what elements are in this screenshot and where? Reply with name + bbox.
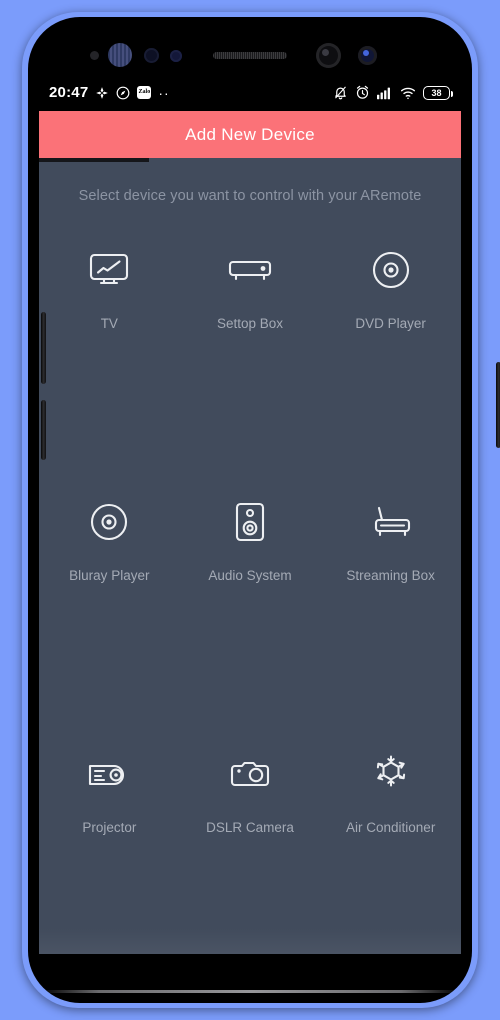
device-item-projector[interactable]: Projector <box>39 736 180 954</box>
alarm-clock-icon <box>355 85 370 100</box>
main-content: Select device you want to control with y… <box>39 162 461 954</box>
device-item-tv[interactable]: TV <box>39 232 180 484</box>
camera-icon <box>223 750 277 798</box>
status-bar: 20:47 Zalo ·· 38 <box>39 74 461 111</box>
device-item-dvd-player[interactable]: DVD Player <box>320 232 461 484</box>
nav-arrows-icon <box>95 86 109 100</box>
compass-icon <box>116 86 130 100</box>
device-label: Air Conditioner <box>346 820 436 835</box>
device-item-audio-system[interactable]: Audio System <box>180 484 321 736</box>
phone-screen: 20:47 Zalo ·· 38 Add New Device Select d… <box>39 74 461 954</box>
status-time: 20:47 <box>49 84 89 101</box>
sensor-icon <box>144 48 159 63</box>
device-item-bluray-player[interactable]: Bluray Player <box>39 484 180 736</box>
phone-mockup: 20:47 Zalo ·· 38 Add New Device Select d… <box>0 0 500 1020</box>
volume-up-button[interactable] <box>41 312 46 384</box>
volume-down-button[interactable] <box>41 400 46 460</box>
power-button[interactable] <box>496 362 500 448</box>
device-item-streaming-box[interactable]: Streaming Box <box>320 484 461 736</box>
device-item-air-conditioner[interactable]: Air Conditioner <box>320 736 461 954</box>
device-grid: TV Settop Box DVD Player Bluray Player A… <box>39 232 461 954</box>
device-label: Streaming Box <box>346 568 435 583</box>
light-sensor-icon <box>170 50 182 62</box>
speaker-icon <box>223 498 277 546</box>
iris-scanner-icon <box>108 43 132 67</box>
bell-muted-icon <box>333 85 348 100</box>
device-item-settop-box[interactable]: Settop Box <box>180 232 321 484</box>
phone-bezel: 20:47 Zalo ·· 38 Add New Device Select d… <box>28 17 472 1003</box>
front-camera-secondary-icon <box>358 46 377 65</box>
battery-indicator: 38 <box>423 85 453 100</box>
front-camera-icon <box>316 43 341 68</box>
snowflake-gear-icon <box>364 750 418 798</box>
disc-icon <box>364 246 418 294</box>
page-title: Add New Device <box>185 124 315 144</box>
earpiece-speaker-icon <box>213 52 287 59</box>
device-label: Bluray Player <box>69 568 150 583</box>
tv-icon <box>82 246 136 294</box>
phone-frame: 20:47 Zalo ·· 38 Add New Device Select d… <box>22 12 500 1008</box>
device-label: Settop Box <box>216 316 284 331</box>
instruction-text: Select device you want to control with y… <box>78 188 422 204</box>
disc-icon <box>82 498 136 546</box>
zalo-icon: Zalo <box>137 86 152 99</box>
front-sensor-array <box>28 39 472 73</box>
phone-chin-highlight <box>40 990 460 993</box>
router-icon <box>364 498 418 546</box>
settop-box-icon <box>223 246 277 294</box>
device-item-dslr-camera[interactable]: DSLR Camera <box>180 736 321 954</box>
wifi-icon <box>400 86 416 100</box>
more-dots-icon: ·· <box>158 84 170 101</box>
device-label: Projector <box>82 820 137 835</box>
device-label: DSLR Camera <box>206 820 294 835</box>
proximity-sensor-icon <box>90 51 99 60</box>
device-label: DVD Player <box>355 316 426 331</box>
device-label: TV <box>100 316 118 331</box>
signal-bars-icon <box>377 86 393 100</box>
app-bar: Add New Device <box>39 111 461 158</box>
projector-icon <box>82 750 136 798</box>
device-label: Audio System <box>208 568 292 583</box>
